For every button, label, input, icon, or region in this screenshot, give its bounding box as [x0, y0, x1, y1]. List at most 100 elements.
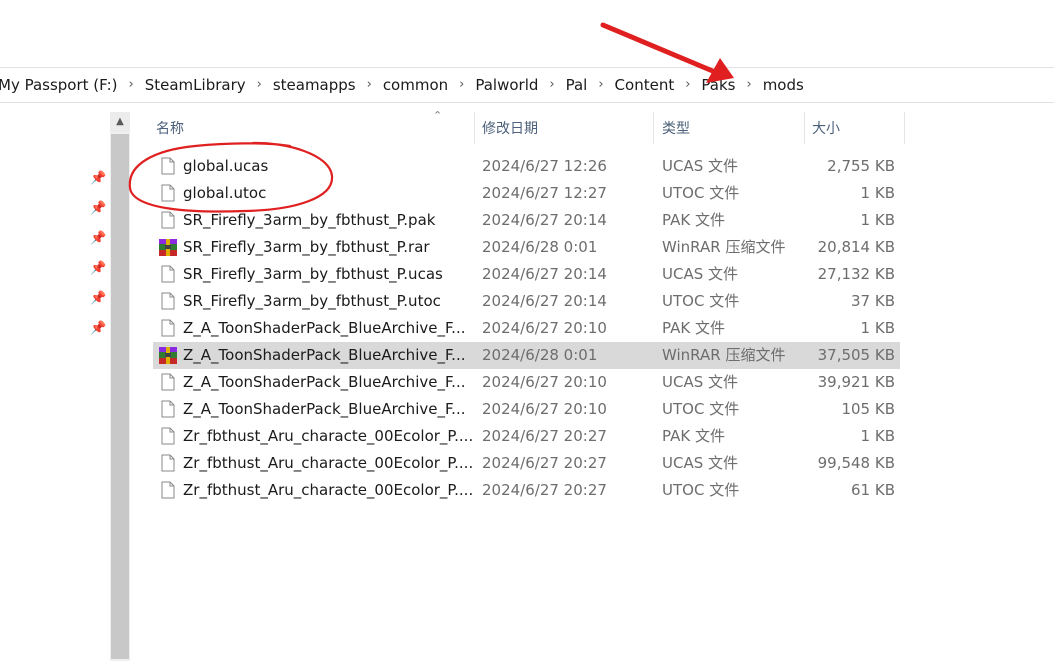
pin-icon[interactable]: 📌: [90, 321, 106, 337]
file-name: Zr_fbthust_Aru_characte_00Ecolor_P....: [183, 481, 474, 499]
file-row[interactable]: Zr_fbthust_Aru_characte_00Ecolor_P.... 20…: [153, 477, 900, 504]
file-size: 2,755 KB: [827, 157, 895, 175]
file-row[interactable]: SR_Firefly_3arm_by_fbthust_P.ucas 2024/6/…: [153, 261, 900, 288]
file-row[interactable]: Z_A_ToonShaderPack_BlueArchive_F... 2024/…: [153, 315, 900, 342]
file-type: UTOC 文件: [662, 481, 740, 499]
file-type: UCAS 文件: [662, 373, 739, 391]
file-modified-date: 2024/6/28 0:01: [482, 238, 598, 256]
file-modified-date: 2024/6/27 20:10: [482, 400, 607, 418]
pin-icon[interactable]: 📌: [90, 171, 106, 187]
file-name: Z_A_ToonShaderPack_BlueArchive_F...: [183, 400, 466, 418]
file-icon: [161, 292, 175, 310]
red-arrow-annotation: [600, 22, 734, 83]
breadcrumb-separator-chevron-icon[interactable]: ›: [542, 68, 561, 102]
file-icon: [161, 319, 175, 337]
file-modified-date: 2024/6/27 20:27: [482, 481, 607, 499]
column-divider[interactable]: [904, 112, 905, 144]
pin-icon[interactable]: 📌: [90, 261, 106, 277]
file-type: WinRAR 压缩文件: [662, 346, 786, 364]
breadcrumb-item[interactable]: Palworld: [471, 68, 542, 102]
winrar-archive-icon: [159, 347, 177, 364]
file-size: 1 KB: [860, 211, 895, 229]
file-type: PAK 文件: [662, 319, 725, 337]
breadcrumb-separator-chevron-icon[interactable]: ›: [250, 68, 269, 102]
pin-icon[interactable]: 📌: [90, 201, 106, 217]
file-modified-date: 2024/6/28 0:01: [482, 346, 598, 364]
file-row[interactable]: Zr_fbthust_Aru_characte_00Ecolor_P.... 20…: [153, 450, 900, 477]
file-type: UTOC 文件: [662, 400, 740, 418]
column-header-modified[interactable]: 修改日期: [482, 112, 538, 146]
file-type: PAK 文件: [662, 427, 725, 445]
file-row[interactable]: Z_A_ToonShaderPack_BlueArchive_F... 2024/…: [153, 396, 900, 423]
file-type: UTOC 文件: [662, 292, 740, 310]
breadcrumb-item[interactable]: Pal: [562, 68, 592, 102]
column-header-type[interactable]: 类型: [662, 112, 690, 146]
column-divider[interactable]: [804, 112, 805, 144]
file-modified-date: 2024/6/27 20:10: [482, 373, 607, 391]
breadcrumb-item[interactable]: common: [379, 68, 452, 102]
file-size: 105 KB: [841, 400, 895, 418]
column-divider[interactable]: [653, 112, 654, 144]
winrar-archive-icon: [159, 239, 177, 256]
file-type: UCAS 文件: [662, 265, 739, 283]
file-name: Z_A_ToonShaderPack_BlueArchive_F...: [183, 319, 466, 337]
column-divider[interactable]: [474, 112, 475, 144]
breadcrumb-separator-chevron-icon[interactable]: ›: [360, 68, 379, 102]
file-name: Z_A_ToonShaderPack_BlueArchive_F...: [183, 373, 466, 391]
file-modified-date: 2024/6/27 20:10: [482, 319, 607, 337]
file-size: 1 KB: [860, 427, 895, 445]
file-icon: [161, 373, 175, 391]
file-type: UTOC 文件: [662, 184, 740, 202]
file-name: SR_Firefly_3arm_by_fbthust_P.rar: [183, 238, 430, 256]
file-type: UCAS 文件: [662, 157, 739, 175]
file-name: SR_Firefly_3arm_by_fbthust_P.ucas: [183, 265, 443, 283]
file-name: Zr_fbthust_Aru_characte_00Ecolor_P....: [183, 427, 474, 445]
file-modified-date: 2024/6/27 12:26: [482, 157, 607, 175]
file-size: 27,132 KB: [817, 265, 895, 283]
file-row[interactable]: Z_A_ToonShaderPack_BlueArchive_F... 2024/…: [153, 369, 900, 396]
file-size: 39,921 KB: [817, 373, 895, 391]
file-size: 1 KB: [860, 184, 895, 202]
file-icon: [161, 454, 175, 472]
file-name: SR_Firefly_3arm_by_fbthust_P.utoc: [183, 292, 441, 310]
file-icon: [161, 481, 175, 499]
file-row[interactable]: Zr_fbthust_Aru_characte_00Ecolor_P.... 20…: [153, 423, 900, 450]
file-row[interactable]: SR_Firefly_3arm_by_fbthust_P.utoc 2024/6/…: [153, 288, 900, 315]
breadcrumb-separator-chevron-icon[interactable]: ›: [739, 68, 758, 102]
file-size: 1 KB: [860, 319, 895, 337]
file-size: 20,814 KB: [817, 238, 895, 256]
pin-icon[interactable]: 📌: [90, 291, 106, 307]
address-bar[interactable]: My Passport (F:) › SteamLibrary › steamapps ›…: [0, 67, 1054, 103]
file-icon: [161, 427, 175, 445]
file-icon: [161, 265, 175, 283]
breadcrumb-item[interactable]: My Passport (F:): [0, 68, 122, 102]
file-modified-date: 2024/6/27 20:14: [482, 292, 607, 310]
navigation-pane: 📌 📌 📌 📌 📌 📌: [0, 104, 110, 661]
file-type: PAK 文件: [662, 211, 725, 229]
red-circle-annotation: [128, 141, 334, 213]
file-name: Z_A_ToonShaderPack_BlueArchive_F...: [183, 346, 466, 364]
pin-icon[interactable]: 📌: [90, 231, 106, 247]
file-row[interactable]: Z_A_ToonShaderPack_BlueArchive_F... 2024/…: [153, 342, 900, 369]
column-header-size[interactable]: 大小: [812, 112, 840, 146]
breadcrumb-item[interactable]: mods: [759, 68, 808, 102]
file-type: WinRAR 压缩文件: [662, 238, 786, 256]
file-size: 37 KB: [851, 292, 895, 310]
file-modified-date: 2024/6/27 20:27: [482, 454, 607, 472]
file-modified-date: 2024/6/27 20:14: [482, 265, 607, 283]
file-modified-date: 2024/6/27 12:27: [482, 184, 607, 202]
file-type: UCAS 文件: [662, 454, 739, 472]
file-modified-date: 2024/6/27 20:14: [482, 211, 607, 229]
scroll-up-arrow-icon[interactable]: ▲: [110, 112, 130, 132]
file-name: Zr_fbthust_Aru_characte_00Ecolor_P....: [183, 454, 474, 472]
breadcrumb-separator-chevron-icon[interactable]: ›: [452, 68, 471, 102]
file-size: 99,548 KB: [817, 454, 895, 472]
file-modified-date: 2024/6/27 20:27: [482, 427, 607, 445]
breadcrumb-item[interactable]: SteamLibrary: [141, 68, 250, 102]
breadcrumb-item[interactable]: steamapps: [269, 68, 360, 102]
file-row[interactable]: SR_Firefly_3arm_by_fbthust_P.rar 2024/6/2…: [153, 234, 900, 261]
sort-ascending-icon: ⌃: [433, 109, 443, 122]
file-icon: [161, 400, 175, 418]
breadcrumb-separator-chevron-icon[interactable]: ›: [122, 68, 141, 102]
file-size: 37,505 KB: [817, 346, 895, 364]
